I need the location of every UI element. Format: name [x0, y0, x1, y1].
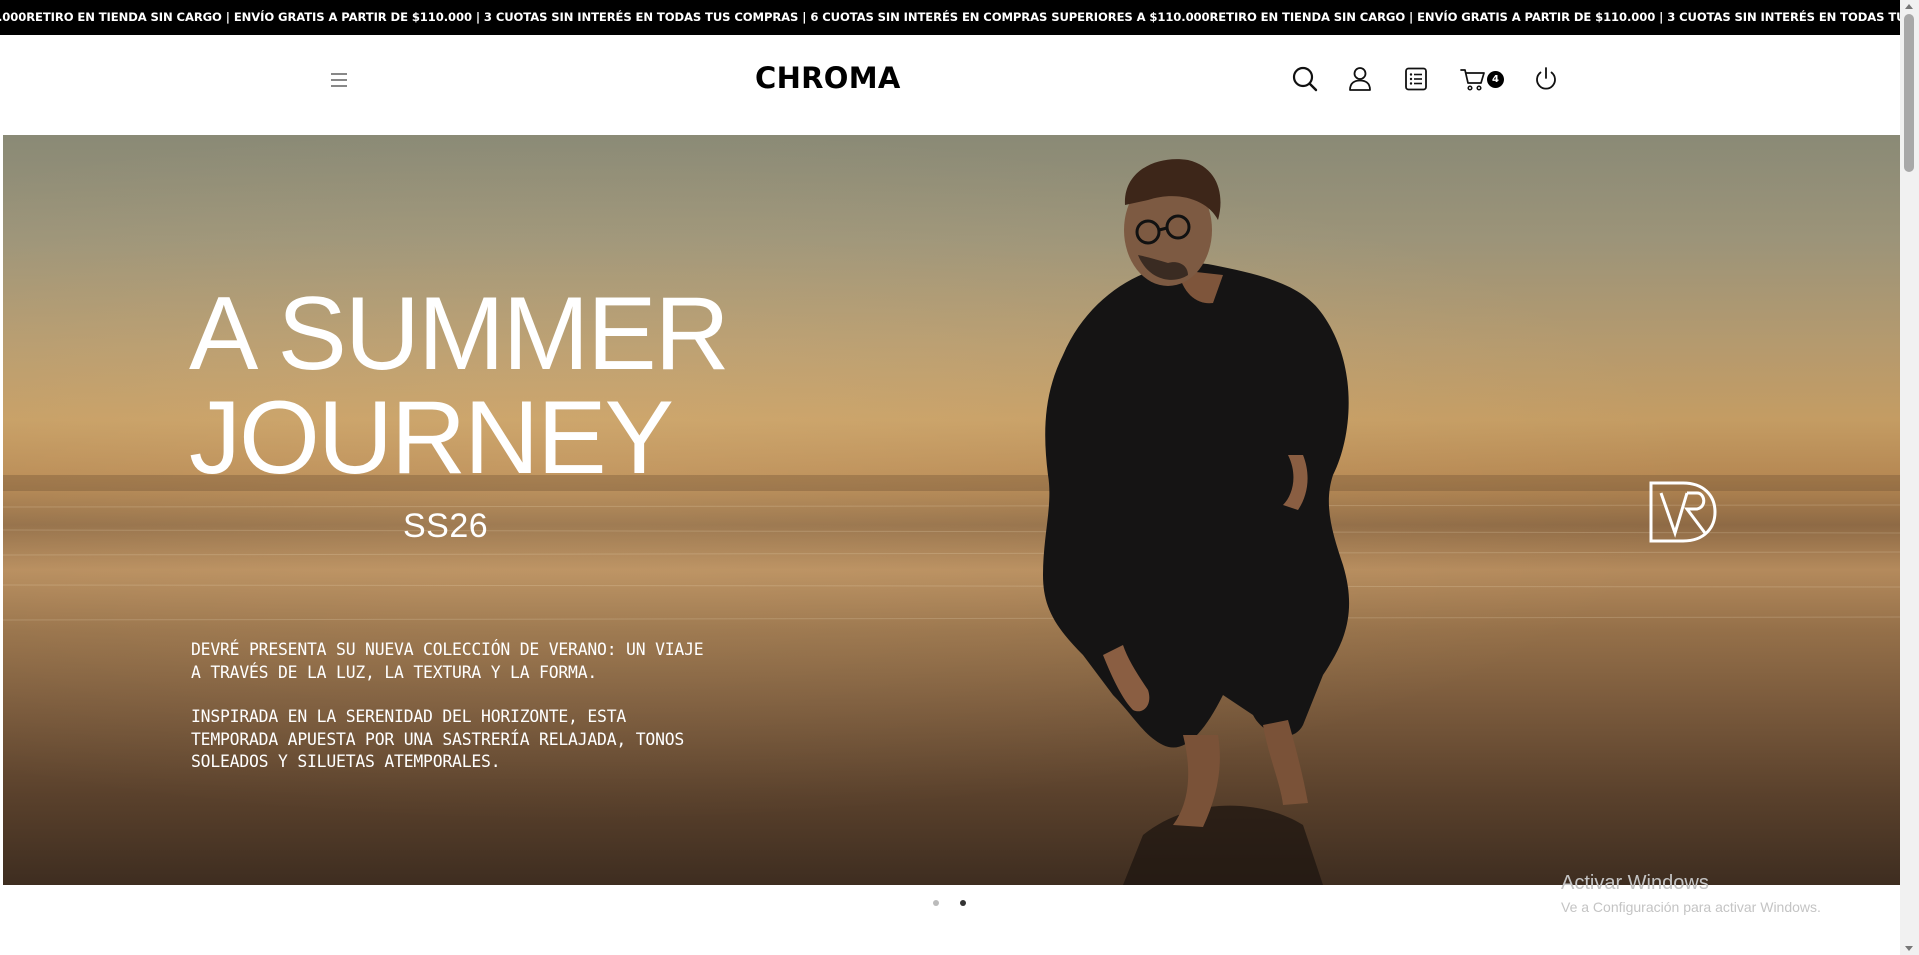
- brand-monogram-icon: [1649, 481, 1717, 543]
- power-icon[interactable]: [1531, 64, 1561, 94]
- hero-banner[interactable]: A SUMMER JOURNEY SS26 DEVRÉ PRESENTA SU …: [3, 135, 1900, 885]
- cart-icon[interactable]: [1459, 64, 1489, 94]
- site-header: CHROMA 4: [3, 35, 1900, 135]
- list-icon[interactable]: [1401, 64, 1431, 94]
- model-figure: [1043, 159, 1350, 885]
- hero-paragraph-2: INSPIRADA EN LA SERENIDAD DEL HORIZONTE,…: [191, 707, 685, 771]
- scroll-down-arrow-icon[interactable]: [1905, 946, 1913, 951]
- announcement-text: .000RETIRO EN TIENDA SIN CARGO | ENVÍO G…: [0, 10, 1900, 24]
- hero-title-line1: A SUMMER: [189, 276, 730, 392]
- announcement-bar: .000RETIRO EN TIENDA SIN CARGO | ENVÍO G…: [0, 0, 1900, 35]
- hero-title-line2: JOURNEY: [189, 380, 674, 496]
- search-icon[interactable]: [1290, 64, 1320, 94]
- windows-activation-watermark: Activar Windows Ve a Configuración para …: [1561, 872, 1821, 916]
- site-logo[interactable]: CHROMA: [755, 61, 901, 95]
- page-scrollbar[interactable]: [1900, 0, 1919, 955]
- watermark-title: Activar Windows: [1561, 872, 1709, 894]
- hero-season: SS26: [403, 507, 489, 545]
- page: .000RETIRO EN TIENDA SIN CARGO | ENVÍO G…: [0, 0, 1919, 955]
- watermark-subtitle: Ve a Configuración para activar Windows.: [1561, 899, 1821, 915]
- cart-count-badge: 4: [1487, 71, 1504, 88]
- carousel-dot-1[interactable]: [933, 900, 939, 906]
- scrollbar-thumb[interactable]: [1904, 14, 1914, 172]
- carousel-dot-2[interactable]: [960, 900, 966, 906]
- hero-description: DEVRÉ PRESENTA SU NUEVA COLECCIÓN DE VER…: [191, 639, 711, 796]
- user-icon[interactable]: [1345, 64, 1375, 94]
- scroll-up-arrow-icon[interactable]: [1905, 4, 1913, 9]
- hero-title: A SUMMER JOURNEY: [189, 276, 730, 496]
- hero-paragraph-1: DEVRÉ PRESENTA SU NUEVA COLECCIÓN DE VER…: [191, 640, 704, 682]
- menu-icon[interactable]: [328, 69, 350, 91]
